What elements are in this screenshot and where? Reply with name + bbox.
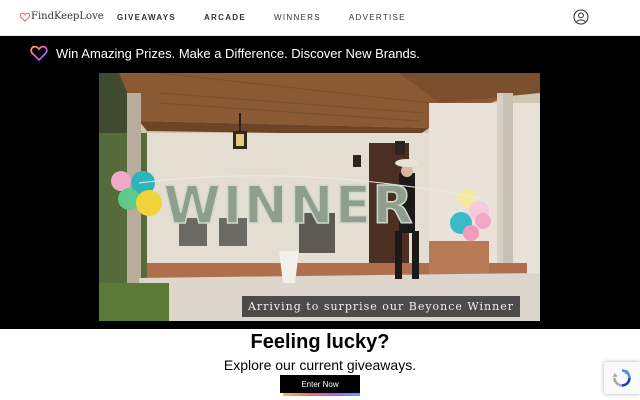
- site-header: FindKeepLove GIVEAWAYS ARCADE WINNERS AD…: [0, 0, 640, 36]
- tagline: Win Amazing Prizes. Make a Difference. D…: [30, 45, 420, 61]
- tagline-text: Win Amazing Prizes. Make a Difference. D…: [56, 45, 420, 61]
- nav-arcade[interactable]: ARCADE: [204, 13, 246, 22]
- video-caption: Arriving to surprise our Beyonce Winner: [241, 296, 520, 317]
- nav-winners[interactable]: WINNERS: [274, 13, 321, 22]
- recaptcha-badge[interactable]: [604, 362, 640, 394]
- nav-giveaways[interactable]: GIVEAWAYS: [117, 13, 176, 22]
- heart-logo-icon: [20, 12, 30, 22]
- cta-subheading: Explore our current giveaways.: [223, 357, 417, 373]
- cta-heading: Feeling lucky?: [250, 331, 390, 353]
- main-nav: GIVEAWAYS ARCADE WINNERS ADVERTISE: [117, 13, 434, 22]
- gradient-heart-icon: [30, 45, 48, 61]
- nav-advertise[interactable]: ADVERTISE: [349, 13, 406, 22]
- logo[interactable]: FindKeepLove: [20, 11, 104, 22]
- recaptcha-icon: [612, 369, 631, 387]
- winner-scene-image: WINNER: [99, 73, 540, 321]
- winner-balloon-text: WINNER: [163, 176, 414, 236]
- hero-banner: Win Amazing Prizes. Make a Difference. D…: [0, 36, 640, 329]
- enter-now-wrapper: Enter Now: [280, 375, 360, 396]
- logo-text: FindKeepLove: [31, 11, 104, 22]
- page: FindKeepLove GIVEAWAYS ARCADE WINNERS AD…: [0, 0, 640, 400]
- button-gradient-underline: [283, 393, 360, 396]
- hero-video[interactable]: WINNER Arriving to surprise our Beyonce …: [99, 73, 540, 321]
- user-circle-icon[interactable]: [573, 9, 589, 25]
- enter-now-button[interactable]: Enter Now: [280, 375, 360, 393]
